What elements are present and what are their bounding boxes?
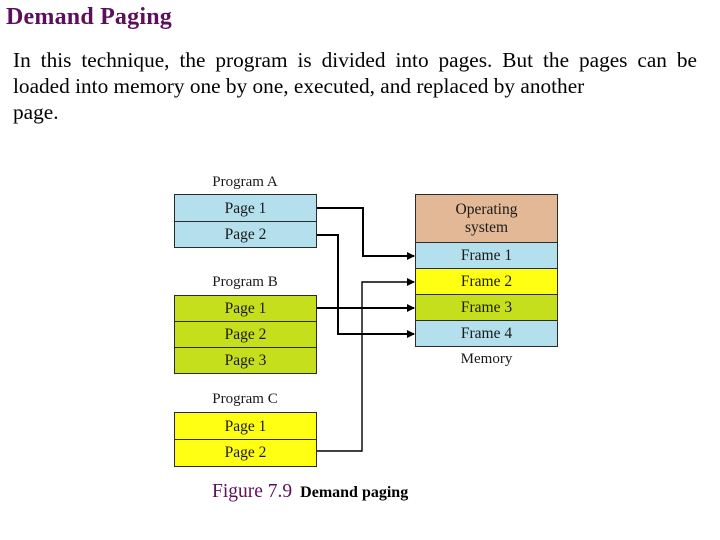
- page-frame-connectors: [317, 207, 415, 452]
- figure-caption: Figure 7.9 Demand paging: [212, 481, 408, 503]
- demand-paging-diagram: Program A Page 1 Page 2 Program B Page 1…: [0, 0, 720, 540]
- connector-a-page2-frame4: [317, 234, 415, 338]
- connector-a-page1-frame1: [317, 207, 415, 260]
- figure-caption-text: Demand paging: [300, 484, 409, 501]
- figure-number: Figure 7.9: [212, 481, 293, 502]
